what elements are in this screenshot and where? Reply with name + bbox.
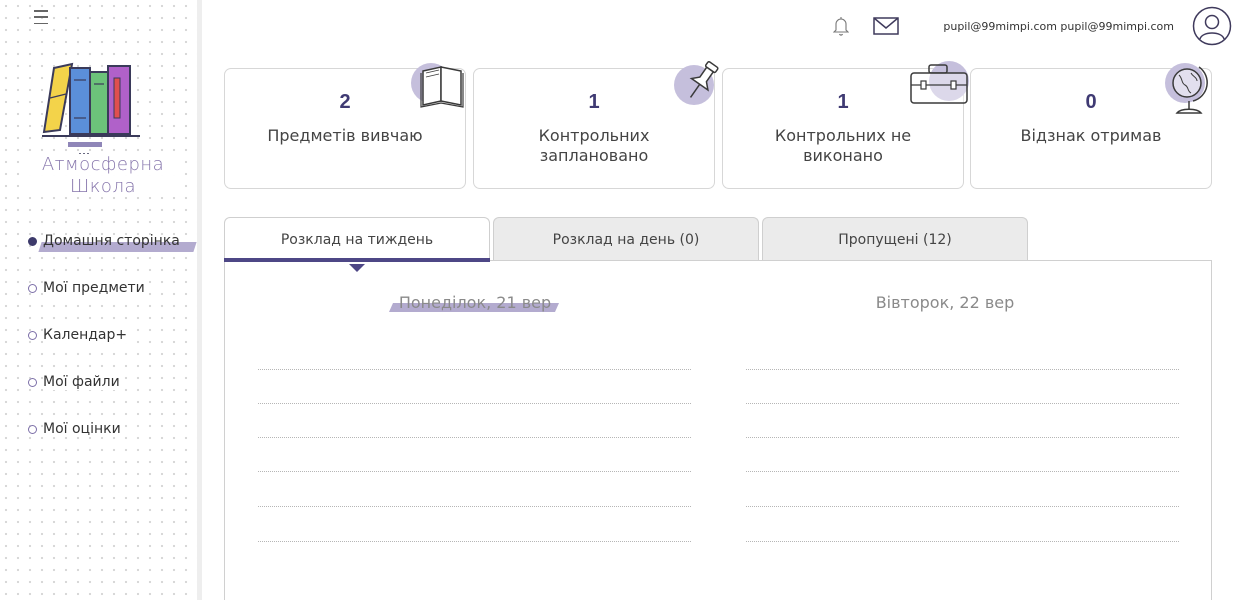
book-icon bbox=[411, 59, 473, 121]
user-avatar-icon[interactable] bbox=[1192, 6, 1232, 46]
schedule-slot[interactable] bbox=[258, 471, 691, 472]
schedule-slot[interactable] bbox=[746, 471, 1179, 472]
schedule-slot[interactable] bbox=[258, 437, 691, 438]
stat-card-planned-tests[interactable]: 1 Контрольних заплановано bbox=[473, 61, 719, 189]
tab-label: Розклад на день (0) bbox=[552, 231, 700, 248]
tab-label: Пропущені (12) bbox=[838, 231, 952, 248]
tab-missed[interactable]: Пропущені (12) bbox=[762, 217, 1028, 261]
bullet-icon bbox=[28, 283, 37, 293]
stat-card-subjects[interactable]: 2 Предметів вивчаю bbox=[224, 63, 466, 189]
stat-card-awards[interactable]: 0 Відзнак отримав bbox=[970, 63, 1212, 189]
bell-icon[interactable] bbox=[833, 16, 850, 36]
globe-icon bbox=[1163, 61, 1225, 123]
schedule-slot[interactable] bbox=[746, 369, 1179, 370]
bullet-icon bbox=[28, 377, 37, 387]
stat-card-undone-tests[interactable]: 1 Контрольних не виконано bbox=[722, 61, 969, 189]
school-logo[interactable]: Атмосферна Школа bbox=[28, 58, 178, 208]
sidebar-item-label: Календар+ bbox=[43, 327, 130, 343]
sidebar-item-label: Мої файли bbox=[43, 374, 122, 390]
schedule-slot[interactable] bbox=[258, 369, 691, 370]
stat-label: Контрольних не виконано bbox=[774, 126, 912, 165]
sidebar-item-home[interactable]: Домашня сторінка bbox=[0, 228, 197, 254]
schedule-slot[interactable] bbox=[258, 506, 691, 507]
sidebar-nav: Домашня сторінка Мої предмети Календар+ … bbox=[0, 228, 197, 463]
schedule-slot[interactable] bbox=[746, 403, 1179, 404]
schedule-slot[interactable] bbox=[258, 403, 691, 404]
sidebar-item-label: Мої предмети bbox=[43, 280, 147, 296]
user-email[interactable]: pupil@99mimpi.com pupil@99mimpi.com bbox=[943, 20, 1174, 33]
menu-icon[interactable] bbox=[34, 10, 48, 24]
day-title-tuesday: Вівторок, 22 вер bbox=[875, 293, 1015, 312]
schedule-slot[interactable] bbox=[746, 506, 1179, 507]
bullet-icon bbox=[28, 424, 37, 434]
logo-books-icon bbox=[42, 62, 140, 155]
bullet-icon bbox=[28, 236, 37, 246]
tab-day-schedule[interactable]: Розклад на день (0) bbox=[493, 217, 759, 261]
stat-label: Предметів вивчаю bbox=[267, 126, 423, 145]
mail-icon[interactable] bbox=[873, 17, 900, 35]
sidebar-item-files[interactable]: Мої файли bbox=[0, 369, 197, 395]
sidebar-item-label: Домашня сторінка bbox=[43, 233, 180, 249]
stat-label: Контрольних заплановано bbox=[538, 126, 650, 165]
week-schedule-panel: Понеділок, 21 вер Вівторок, 22 вер bbox=[224, 260, 1212, 600]
sidebar-item-label: Мої оцінки bbox=[43, 421, 123, 437]
tab-label: Розклад на тиждень bbox=[280, 231, 434, 248]
sidebar: Атмосферна Школа Домашня сторінка Мої пр… bbox=[0, 0, 202, 600]
schedule-slot[interactable] bbox=[258, 541, 691, 542]
sidebar-item-subjects[interactable]: Мої предмети bbox=[0, 275, 197, 301]
sidebar-item-calendar[interactable]: Календар+ bbox=[0, 322, 197, 348]
bullet-icon bbox=[28, 330, 37, 340]
briefcase-icon bbox=[907, 59, 969, 121]
sidebar-item-grades[interactable]: Мої оцінки bbox=[0, 416, 197, 442]
top-bar: pupil@99mimpi.com pupil@99mimpi.com bbox=[207, 0, 1250, 52]
stat-label: Відзнак отримав bbox=[1020, 126, 1162, 145]
day-title-monday: Понеділок, 21 вер bbox=[395, 293, 555, 312]
schedule-slot[interactable] bbox=[746, 541, 1179, 542]
logo-text-line2: Школа bbox=[28, 176, 178, 197]
schedule-slot[interactable] bbox=[746, 437, 1179, 438]
logo-text-line1: Атмосферна bbox=[28, 154, 178, 175]
tab-week-schedule[interactable]: Розклад на тиждень bbox=[224, 217, 490, 272]
